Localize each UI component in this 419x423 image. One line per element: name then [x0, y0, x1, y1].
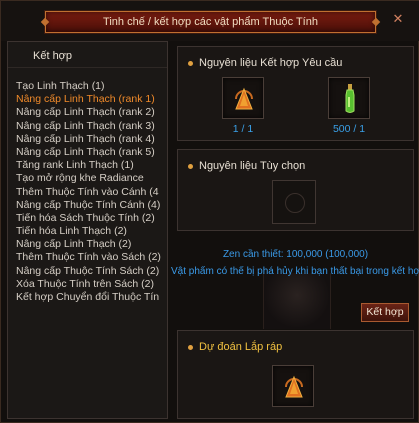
linh-thach-icon — [235, 87, 253, 110]
recipe-item[interactable]: Xóa Thuộc Tính trên Sách (2) — [16, 278, 166, 291]
title-bar: Tinh chế / kết hợp các vật phẩm Thuộc Tí… — [1, 1, 419, 41]
recipe-item[interactable]: Nâng cấp Thuộc Tính Cánh (4) — [16, 199, 166, 212]
recipe-panel-header: Kết hợp — [8, 42, 167, 68]
recipe-item[interactable]: Nâng cấp Linh Thạch (rank 2) — [16, 106, 166, 119]
required-count-2: 500 / 1 — [332, 123, 366, 135]
recipe-list: Tạo Linh Thạch (1) Nâng cấp Linh Thạch (r… — [16, 80, 166, 304]
bullet-icon — [188, 163, 193, 169]
recipe-item[interactable]: Kết hợp Chuyển đổi Thuộc Tín — [16, 291, 166, 304]
recipe-panel-title: Kết hợp — [33, 50, 73, 62]
recipe-item[interactable]: Nâng cấp Linh Thạch (rank 3) — [16, 120, 166, 133]
optional-materials-label: Nguyên liệu Tùy chọn — [199, 160, 306, 172]
decorative-frame — [263, 273, 331, 329]
bullet-icon — [188, 344, 193, 350]
result-preview-label: Dự đoán Lắp ráp — [199, 341, 283, 353]
recipe-panel: Kết hợp Tạo Linh Thạch (1) Nâng cấp Linh … — [7, 41, 168, 419]
result-preview-panel: Dự đoán Lắp ráp — [177, 330, 414, 419]
linh-thach-icon — [285, 375, 303, 398]
close-icon[interactable]: ✕ — [390, 11, 406, 27]
recipe-item[interactable]: Thêm Thuộc Tính vào Cánh (4 — [16, 186, 166, 199]
window-title: Tinh chế / kết hợp các vật phẩm Thuộc Tí… — [45, 11, 376, 33]
optional-materials-title: Nguyên liệu Tùy chọn — [188, 160, 305, 172]
required-materials-title: Nguyên liệu Kết hợp Yêu cầu — [188, 57, 342, 69]
combine-button[interactable]: Kết hợp — [361, 303, 409, 322]
recipe-item[interactable]: Nâng cấp Thuộc Tính Sách (2) — [16, 265, 166, 278]
optional-slot[interactable] — [272, 180, 316, 224]
recipe-item[interactable]: Tạo Linh Thạch (1) — [16, 80, 166, 93]
required-materials-panel: Nguyên liệu Kết hợp Yêu cầu 1 / 1 500 / … — [177, 46, 414, 141]
recipe-item[interactable]: Tiến hóa Sách Thuộc Tính (2) — [16, 212, 166, 225]
recipe-item[interactable]: Tiến hóa Linh Thạch (2) — [16, 225, 166, 238]
required-slot-1[interactable] — [222, 77, 264, 119]
failure-warning: Vật phẩm có thể bị phá hủy khi bạn thất … — [171, 266, 419, 277]
recipe-item[interactable]: Tạo mở rộng khe Radiance — [16, 172, 166, 185]
required-count-1: 1 / 1 — [232, 123, 254, 135]
required-slot-2[interactable] — [328, 77, 370, 119]
recipe-item[interactable]: Nâng cấp Linh Thạch (2) — [16, 238, 166, 251]
recipe-item[interactable]: Thêm Thuộc Tính vào Sách (2) — [16, 251, 166, 264]
recipe-item[interactable]: Nâng cấp Linh Thạch (rank 1) — [16, 93, 166, 106]
recipe-item[interactable]: Nâng cấp Linh Thạch (rank 5) — [16, 146, 166, 159]
green-potion-icon — [345, 84, 355, 113]
zen-required: Zen cần thiết: 100,000 (100,000) — [222, 249, 369, 260]
recipe-item[interactable]: Tăng rank Linh Thạch (1) — [16, 159, 166, 172]
required-materials-label: Nguyên liệu Kết hợp Yêu cầu — [199, 57, 343, 69]
crafting-window: Tinh chế / kết hợp các vật phẩm Thuộc Tí… — [0, 0, 419, 423]
recipe-item[interactable]: Nâng cấp Linh Thạch (rank 4) — [16, 133, 166, 146]
result-preview-title: Dự đoán Lắp ráp — [188, 341, 282, 353]
result-slot[interactable] — [272, 365, 314, 407]
bullet-icon — [188, 60, 193, 66]
optional-materials-panel: Nguyên liệu Tùy chọn — [177, 149, 414, 231]
